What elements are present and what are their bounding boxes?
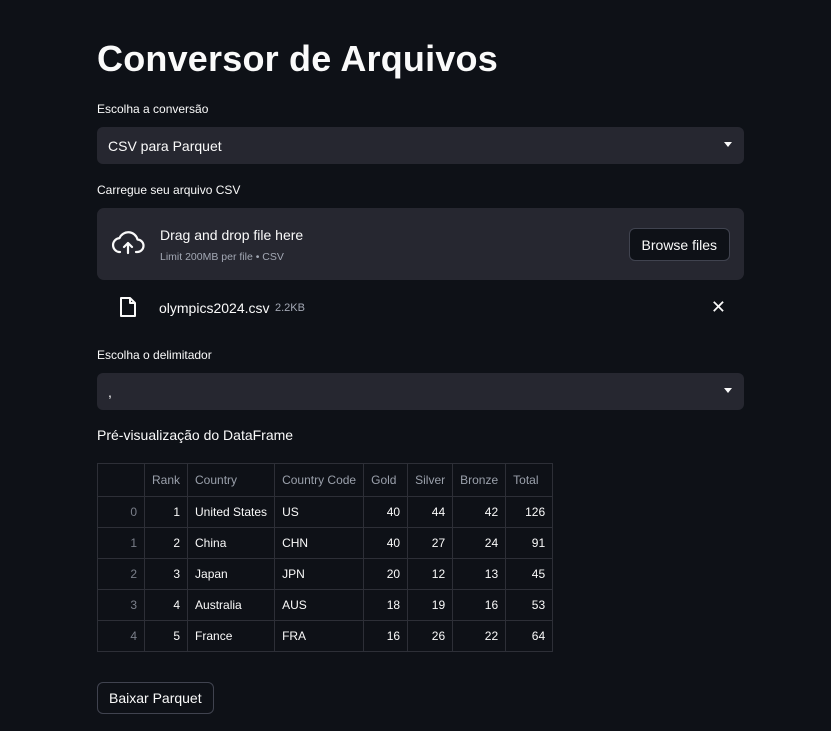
table-cell[interactable]: 126 — [505, 496, 554, 528]
table-cell[interactable]: 1 — [143, 496, 189, 528]
delimiter-select[interactable]: , — [97, 373, 744, 410]
file-dropzone[interactable]: Drag and drop file here Limit 200MB per … — [97, 208, 744, 280]
table-row: 3 4 Australia AUS 18 19 16 53 — [97, 589, 554, 621]
table-cell[interactable]: 44 — [407, 496, 454, 528]
page-title: Conversor de Arquivos — [97, 38, 498, 79]
table-cell[interactable]: 42 — [452, 496, 507, 528]
table-header-row: Rank Country Country Code Gold Silver Br… — [97, 463, 554, 497]
table-row: 2 3 Japan JPN 20 12 13 45 — [97, 558, 554, 590]
browse-files-button[interactable]: Browse files — [628, 228, 730, 261]
table-cell[interactable]: 16 — [363, 620, 409, 652]
download-parquet-button[interactable]: Baixar Parquet — [97, 682, 214, 714]
table-cell[interactable]: 4 — [97, 620, 145, 652]
file-size: 2.2KB — [275, 302, 305, 314]
delimiter-label: Escolha o delimitador — [97, 348, 212, 362]
table-row: 0 1 United States US 40 44 42 126 — [97, 496, 554, 528]
dropzone-instruction: Drag and drop file here — [160, 227, 304, 243]
upload-label: Carregue seu arquivo CSV — [97, 183, 241, 197]
uploaded-file-item: olympics2024.csv 2.2KB ✕ — [97, 292, 744, 324]
table-cell[interactable]: 1 — [97, 527, 145, 559]
dropzone-limit: Limit 200MB per file • CSV — [160, 251, 284, 263]
chevron-down-icon — [724, 142, 732, 147]
table-cell[interactable]: 2 — [97, 558, 145, 590]
column-header-bronze[interactable]: Bronze — [452, 463, 507, 497]
table-cell[interactable]: 45 — [505, 558, 554, 590]
column-header-index[interactable] — [97, 463, 145, 497]
table-cell[interactable]: 16 — [452, 589, 507, 621]
table-cell[interactable]: Japan — [187, 558, 276, 590]
table-cell[interactable]: 2 — [143, 527, 189, 559]
table-cell[interactable]: JPN — [274, 558, 365, 590]
delimiter-select-value: , — [108, 383, 112, 400]
table-cell[interactable]: 13 — [452, 558, 507, 590]
table-cell[interactable]: 26 — [407, 620, 454, 652]
chevron-down-icon — [724, 388, 732, 393]
table-cell[interactable]: 3 — [97, 589, 145, 621]
table-cell[interactable]: 24 — [452, 527, 507, 559]
table-cell[interactable]: 5 — [143, 620, 189, 652]
file-name: olympics2024.csv — [159, 300, 270, 316]
table-cell[interactable]: 0 — [97, 496, 145, 528]
table-cell[interactable]: 64 — [505, 620, 554, 652]
table-cell[interactable]: US — [274, 496, 365, 528]
column-header-country[interactable]: Country — [187, 463, 276, 497]
conversion-select[interactable]: CSV para Parquet — [97, 127, 744, 164]
table-cell[interactable]: 91 — [505, 527, 554, 559]
table-cell[interactable]: 3 — [143, 558, 189, 590]
table-cell[interactable]: 27 — [407, 527, 454, 559]
table-row: 1 2 China CHN 40 27 24 91 — [97, 527, 554, 559]
table-row: 4 5 France FRA 16 26 22 64 — [97, 620, 554, 652]
table-cell[interactable]: 22 — [452, 620, 507, 652]
table-cell[interactable]: 40 — [363, 527, 409, 559]
column-header-total[interactable]: Total — [505, 463, 554, 497]
preview-title: Pré-visualização do DataFrame — [97, 427, 294, 443]
table-cell[interactable]: 4 — [143, 589, 189, 621]
table-cell[interactable]: France — [187, 620, 276, 652]
file-icon — [119, 296, 137, 323]
column-header-rank[interactable]: Rank — [143, 463, 189, 497]
table-cell[interactable]: CHN — [274, 527, 365, 559]
table-cell[interactable]: 20 — [363, 558, 409, 590]
cloud-upload-icon — [111, 230, 145, 261]
table-cell[interactable]: 40 — [363, 496, 409, 528]
table-cell[interactable]: 19 — [407, 589, 454, 621]
close-icon[interactable]: ✕ — [711, 298, 726, 316]
column-header-gold[interactable]: Gold — [363, 463, 409, 497]
table-cell[interactable]: China — [187, 527, 276, 559]
table-cell[interactable]: 53 — [505, 589, 554, 621]
table-cell[interactable]: United States — [187, 496, 276, 528]
table-cell[interactable]: 12 — [407, 558, 454, 590]
table-cell[interactable]: AUS — [274, 589, 365, 621]
table-cell[interactable]: FRA — [274, 620, 365, 652]
column-header-silver[interactable]: Silver — [407, 463, 454, 497]
conversion-label: Escolha a conversão — [97, 102, 209, 116]
table-cell[interactable]: 18 — [363, 589, 409, 621]
table-cell[interactable]: Australia — [187, 589, 276, 621]
dataframe-table: Rank Country Country Code Gold Silver Br… — [97, 463, 554, 652]
conversion-select-value: CSV para Parquet — [108, 137, 222, 154]
column-header-country-code[interactable]: Country Code — [274, 463, 365, 497]
